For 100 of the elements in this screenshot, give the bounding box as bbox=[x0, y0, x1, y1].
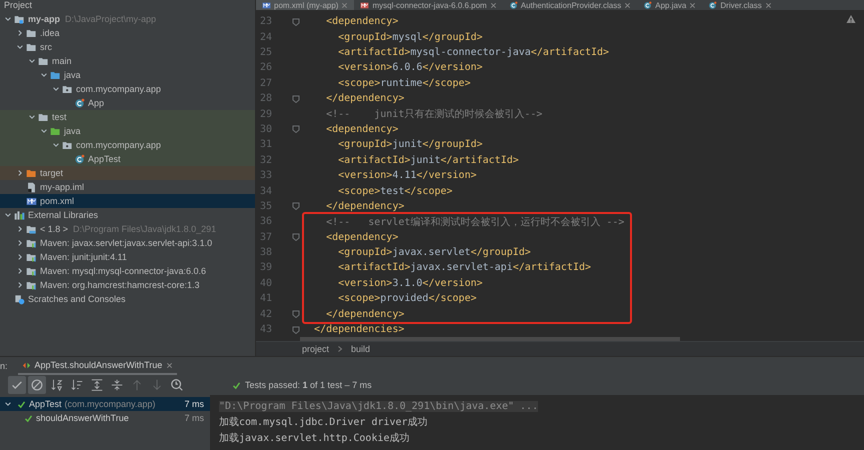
run-label: n: bbox=[0, 361, 8, 371]
tree-item[interactable]: my-app D:\JavaProject\my-app bbox=[0, 12, 255, 26]
code-text: <scope>runtime</scope> bbox=[337, 78, 471, 89]
line-number: 35 bbox=[259, 200, 274, 212]
line-number: 42 bbox=[259, 308, 274, 320]
code-text: <version>6.0.6</version> bbox=[337, 62, 483, 74]
editor-tab[interactable]: App.java bbox=[637, 0, 702, 10]
code-text: <dependency> bbox=[325, 232, 398, 243]
code-text: <artifactId>javax.servlet-api</artifactId> bbox=[337, 262, 592, 274]
tree-label: com.mycompany.app bbox=[76, 140, 161, 150]
code-text: <groupId>mysql</groupId> bbox=[337, 32, 483, 43]
test-time: 7 ms bbox=[184, 413, 204, 423]
tree-label: target bbox=[40, 168, 64, 178]
code-text: <version>4.11</version> bbox=[337, 170, 477, 182]
line-number: 32 bbox=[259, 154, 274, 166]
tree-label: my-app bbox=[28, 14, 60, 24]
line-number: 26 bbox=[259, 62, 274, 74]
tree-label: App bbox=[88, 98, 104, 108]
line-number: 43 bbox=[259, 324, 274, 336]
code-text: <artifactId>mysql-connector-java</artifactId> bbox=[337, 47, 610, 58]
editor-tab[interactable]: mysql-connector-java-6.0.6.pom bbox=[354, 0, 503, 10]
tree-label: my-app.iml bbox=[40, 182, 84, 192]
test-name: shouldAnswerWithTrue bbox=[36, 413, 129, 423]
tree-item[interactable]: src bbox=[0, 40, 255, 54]
tree-item[interactable]: Maven: mysql:mysql-connector-java:6.0.6 bbox=[0, 264, 255, 278]
test-time: 7 ms bbox=[184, 399, 204, 409]
tree-item[interactable]: < 1.8 > D:\Program Files\Java\jdk1.8.0_291 bbox=[0, 222, 255, 236]
path-label: D:\Program Files\Java\jdk1.8.0_291 bbox=[73, 224, 216, 234]
tree-item[interactable]: java bbox=[0, 124, 255, 138]
code-text: <dependency> bbox=[325, 124, 398, 135]
tree-label: pom.xml bbox=[40, 196, 74, 206]
tree-item[interactable]: com.mycompany.app bbox=[0, 82, 255, 96]
console-line: 加载com.mysql.jdbc.Driver driver成功 bbox=[219, 416, 428, 429]
editor-tab[interactable]: pom.xml (my-app) bbox=[256, 0, 354, 10]
tree-item[interactable]: Maven: org.hamcrest:hamcrest-core:1.3 bbox=[0, 278, 255, 292]
tree-label: Maven: mysql:mysql-connector-java:6.0.6 bbox=[40, 266, 206, 276]
code-text: </dependencies> bbox=[313, 324, 404, 336]
console-line: 加载javax.servlet.http.Cookie成功 bbox=[219, 432, 410, 445]
code-text: </dependency> bbox=[325, 308, 404, 320]
tree-label: src bbox=[40, 42, 52, 52]
breadcrumb[interactable]: project bbox=[302, 344, 330, 354]
line-number: 37 bbox=[259, 232, 274, 243]
line-number: 34 bbox=[259, 186, 274, 197]
tree-item[interactable]: target bbox=[0, 166, 255, 180]
tree-item[interactable]: AppTest bbox=[0, 152, 255, 166]
tree-item[interactable]: main bbox=[0, 54, 255, 68]
tree-item[interactable]: .idea bbox=[0, 26, 255, 40]
tree-label: Scratches and Consoles bbox=[28, 294, 126, 304]
line-number: 36 bbox=[259, 216, 274, 228]
line-number: 33 bbox=[259, 170, 274, 182]
line-number: 25 bbox=[259, 47, 274, 58]
tree-label: Maven: javax.servlet:javax.servlet-api:3.1.0 bbox=[40, 238, 212, 248]
tree-item[interactable]: Scratches and Consoles bbox=[0, 292, 255, 306]
code-text: </dependency> bbox=[325, 200, 404, 212]
test-method-row[interactable]: shouldAnswerWithTrue 7 ms bbox=[0, 411, 210, 425]
tree-label: java bbox=[64, 126, 81, 136]
tree-item[interactable]: test bbox=[0, 110, 255, 124]
code-text: <groupId>junit</groupId> bbox=[337, 139, 483, 150]
code-text: <version>3.1.0</version> bbox=[337, 278, 483, 289]
run-tab[interactable]: AppTest.shouldAnswerWithTrue bbox=[18, 357, 178, 375]
tree-item[interactable]: java bbox=[0, 68, 255, 82]
tree-item[interactable]: External Libraries bbox=[0, 208, 255, 222]
code-text: <groupId>javax.servlet</groupId> bbox=[337, 247, 531, 258]
line-number: 40 bbox=[259, 278, 274, 289]
code-comment: <!-- servlet编译和测试时会被引入，运行时不会被引入 --> bbox=[325, 216, 624, 229]
line-number: 24 bbox=[259, 32, 274, 43]
test-package: (com.mycompany.app) bbox=[64, 399, 156, 409]
editor-tab[interactable]: Driver.class bbox=[702, 0, 778, 10]
test-suite-row[interactable]: AppTest (com.mycompany.app) 7 ms bbox=[0, 397, 210, 411]
tree-item[interactable]: Maven: javax.servlet:javax.servlet-api:3.1.0 bbox=[0, 236, 255, 250]
tree-label: AppTest bbox=[88, 154, 121, 164]
tree-label: External Libraries bbox=[28, 210, 98, 220]
line-number: 41 bbox=[259, 293, 274, 304]
code-text: <scope>provided</scope> bbox=[337, 293, 477, 304]
tree-item[interactable]: com.mycompany.app bbox=[0, 138, 255, 152]
code-text: <artifactId>junit</artifactId> bbox=[337, 154, 519, 166]
tree-label: Maven: junit:junit:4.11 bbox=[40, 252, 127, 262]
tree-item[interactable]: my-app.iml bbox=[0, 180, 255, 194]
tree-item[interactable]: pom.xml bbox=[0, 194, 255, 208]
tree-label: java bbox=[64, 70, 81, 80]
line-number: 29 bbox=[259, 108, 274, 120]
code-text: <dependency> bbox=[325, 16, 398, 28]
breadcrumb[interactable]: build bbox=[351, 344, 370, 354]
editor-tab[interactable]: AuthenticationProvider.class bbox=[502, 0, 638, 10]
test-status: Tests passed: 1 of 1 test – 7 ms bbox=[245, 380, 372, 390]
tree-label: main bbox=[52, 56, 72, 66]
tree-label: Maven: org.hamcrest:hamcrest-core:1.3 bbox=[40, 280, 200, 290]
line-number: 28 bbox=[259, 93, 274, 104]
tree-item[interactable]: App bbox=[0, 96, 255, 110]
line-number: 27 bbox=[259, 78, 274, 89]
tree-label: .idea bbox=[40, 28, 60, 38]
tree-label: test bbox=[52, 112, 67, 122]
code-text: <scope>test</scope> bbox=[337, 186, 453, 197]
line-number: 30 bbox=[259, 124, 274, 135]
line-number: 23 bbox=[259, 16, 274, 28]
tree-item[interactable]: Maven: junit:junit:4.11 bbox=[0, 250, 255, 264]
tree-label: com.mycompany.app bbox=[76, 84, 161, 94]
code-text: </dependency> bbox=[325, 93, 404, 104]
panel-title[interactable]: Project bbox=[4, 0, 32, 10]
line-number: 38 bbox=[259, 247, 274, 258]
